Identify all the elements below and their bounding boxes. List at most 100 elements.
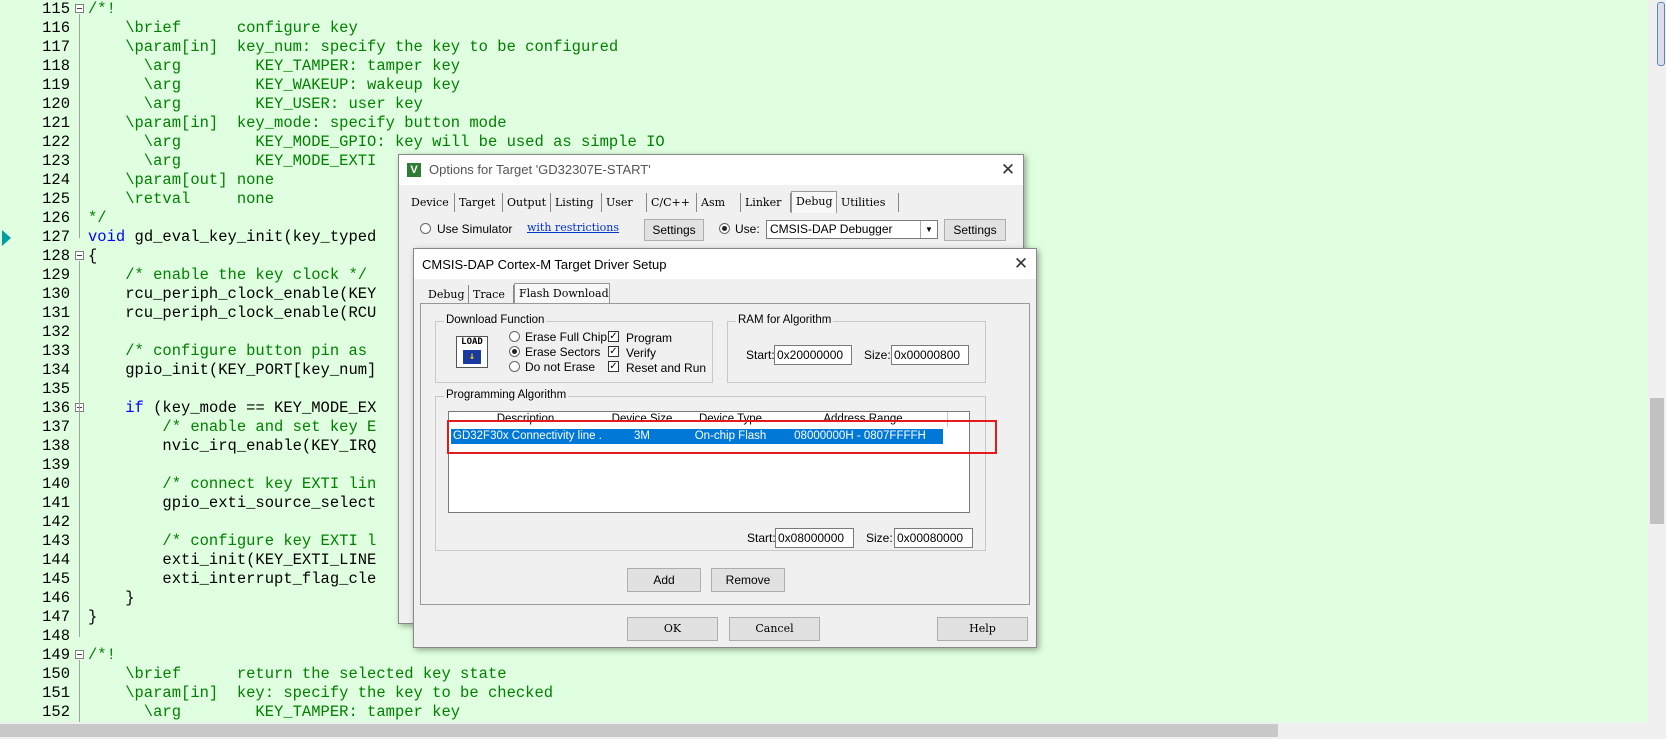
code-line[interactable]: 149 /*! (0, 646, 1648, 665)
line-number: 138 (42, 437, 70, 455)
tab-asm[interactable]: Asm (697, 193, 741, 212)
comment-token: \arg KEY_MODE_GPIO: key will be used as … (88, 133, 665, 151)
debugger-select[interactable]: CMSIS-DAP Debugger ▼ (766, 220, 938, 239)
tab-linker[interactable]: Linker (741, 193, 791, 212)
erase-full-chip-label: Erase Full Chip (525, 330, 608, 344)
tab-output[interactable]: Output (503, 193, 551, 212)
line-number: 147 (42, 608, 70, 626)
load-icon-text: LOAD (461, 337, 483, 347)
tab-target[interactable]: Target (455, 193, 503, 212)
verify-label: Verify (626, 346, 657, 360)
fold-toggle-icon[interactable] (75, 251, 84, 260)
code-token: gpio_exti_source_select (88, 494, 377, 512)
options-dialog-titlebar[interactable]: V Options for Target 'GD32307E-START' ✕ (399, 155, 1023, 185)
cmsis-dialog-titlebar[interactable]: CMSIS-DAP Cortex-M Target Driver Setup ✕ (414, 249, 1036, 279)
code-text: \retval none (88, 190, 274, 209)
tab-device[interactable]: Device (407, 193, 455, 212)
fold-guide (79, 660, 80, 722)
comment-token: */ (88, 209, 107, 227)
code-text: /* configure button pin as (88, 342, 376, 361)
line-number: 148 (42, 627, 70, 645)
horizontal-scrollbar-thumb[interactable] (0, 724, 1278, 737)
with-restrictions-link[interactable]: with restrictions (527, 221, 619, 234)
line-number: 126 (42, 209, 70, 227)
erase-full-chip-radio[interactable] (509, 331, 520, 342)
close-icon[interactable]: ✕ (999, 161, 1017, 179)
vertical-scrollbar[interactable] (1648, 0, 1666, 722)
comment-token: \brief configure key (88, 19, 358, 37)
ram-size-input[interactable]: 0x00000800 (891, 345, 969, 365)
code-line[interactable]: 116 \brief configure key (0, 19, 1648, 38)
keyword-token: if (125, 399, 144, 417)
comment-token: /*! (88, 646, 116, 664)
code-text: /* connect key EXTI lin (88, 475, 376, 494)
code-line[interactable]: 119 \arg KEY_WAKEUP: wakeup key (0, 76, 1648, 95)
line-number: 150 (42, 665, 70, 683)
close-icon[interactable]: ✕ (1012, 255, 1030, 273)
program-label: Program (626, 331, 673, 345)
cmsis-dialog-title: CMSIS-DAP Cortex-M Target Driver Setup (422, 257, 667, 272)
code-text: \arg KEY_TAMPER: tamper key (88, 57, 460, 76)
download-arrow-icon: ↓ (463, 350, 481, 364)
tab-user[interactable]: User (602, 193, 647, 212)
code-text: /* enable and set key E (88, 418, 376, 437)
verify-checkbox[interactable]: ✓ (608, 346, 619, 357)
reset-and-run-checkbox[interactable]: ✓ (608, 361, 619, 372)
current-line-arrow-icon (2, 230, 11, 246)
tab-debug[interactable]: Debug (424, 285, 469, 304)
tab-trace[interactable]: Trace (469, 285, 514, 304)
code-line[interactable]: 117 \param[in] key_num: specify the key … (0, 38, 1648, 57)
add-button[interactable]: Add (627, 568, 701, 592)
code-text: \brief return the selected key state (88, 665, 506, 684)
options-tab-bar: Device Target Output Listing User C/C++ … (407, 191, 899, 213)
line-number: 144 (42, 551, 70, 569)
line-number: 132 (42, 323, 70, 341)
cancel-button[interactable]: Cancel (729, 617, 820, 641)
erase-sectors-radio[interactable] (509, 346, 520, 357)
code-text: /*! (88, 646, 116, 665)
comment-token: \arg KEY_USER: user key (88, 95, 423, 113)
code-text: \param[in] key: specify the key to be ch… (88, 684, 553, 703)
ok-button[interactable]: OK (627, 617, 718, 641)
code-line[interactable]: 122 \arg KEY_MODE_GPIO: key will be used… (0, 133, 1648, 152)
use-debugger-radio[interactable] (719, 223, 730, 234)
code-token: exti_interrupt_flag_cle (88, 570, 377, 588)
code-line[interactable]: 120 \arg KEY_USER: user key (0, 95, 1648, 114)
alg-size-input[interactable]: 0x00080000 (894, 528, 973, 548)
chevron-down-icon[interactable]: ▼ (920, 221, 937, 238)
fold-toggle-icon[interactable] (75, 4, 84, 13)
do-not-erase-radio[interactable] (509, 361, 520, 372)
fold-toggle-icon[interactable] (75, 650, 84, 659)
debugger-settings-button[interactable]: Settings (944, 219, 1006, 241)
reset-and-run-label: Reset and Run (626, 361, 707, 375)
code-text: \arg KEY_TAMPER: tamper key (88, 703, 460, 722)
remove-button[interactable]: Remove (711, 568, 785, 592)
simulator-settings-button[interactable]: Settings (644, 219, 704, 241)
tab-debug[interactable]: Debug (791, 191, 837, 213)
thermometer-icon (1657, 2, 1665, 66)
comment-token: \param[in] key_mode: specify button mode (88, 114, 507, 132)
comment-token: /*! (88, 0, 116, 18)
code-line[interactable]: 121 \param[in] key_mode: specify button … (0, 114, 1648, 133)
help-button[interactable]: Help (937, 617, 1028, 641)
code-line[interactable]: 150 \brief return the selected key state (0, 665, 1648, 684)
code-line[interactable]: 118 \arg KEY_TAMPER: tamper key (0, 57, 1648, 76)
code-text: void gd_eval_key_init(key_typed (88, 228, 376, 247)
code-text: gpio_exti_source_select (88, 494, 376, 513)
code-line[interactable]: 152 \arg KEY_TAMPER: tamper key (0, 703, 1648, 722)
use-simulator-radio[interactable] (420, 223, 431, 234)
vertical-scrollbar-thumb[interactable] (1650, 398, 1664, 524)
tab-listing[interactable]: Listing (551, 193, 602, 212)
alg-start-input[interactable]: 0x08000000 (775, 528, 854, 548)
code-line[interactable]: 115 /*! (0, 0, 1648, 19)
program-checkbox[interactable]: ✓ (608, 331, 619, 342)
comment-token: \arg KEY_MODE_EXTI (88, 152, 377, 170)
line-number: 118 (42, 57, 70, 75)
keyword-token: void (88, 228, 126, 246)
code-line[interactable]: 151 \param[in] key: specify the key to b… (0, 684, 1648, 703)
tab-flash-download[interactable]: Flash Download (514, 283, 610, 305)
line-number: 122 (42, 133, 70, 151)
tab-c-cpp[interactable]: C/C++ (647, 193, 697, 212)
ram-start-input[interactable]: 0x20000000 (774, 345, 852, 365)
tab-utilities[interactable]: Utilities (837, 193, 899, 212)
